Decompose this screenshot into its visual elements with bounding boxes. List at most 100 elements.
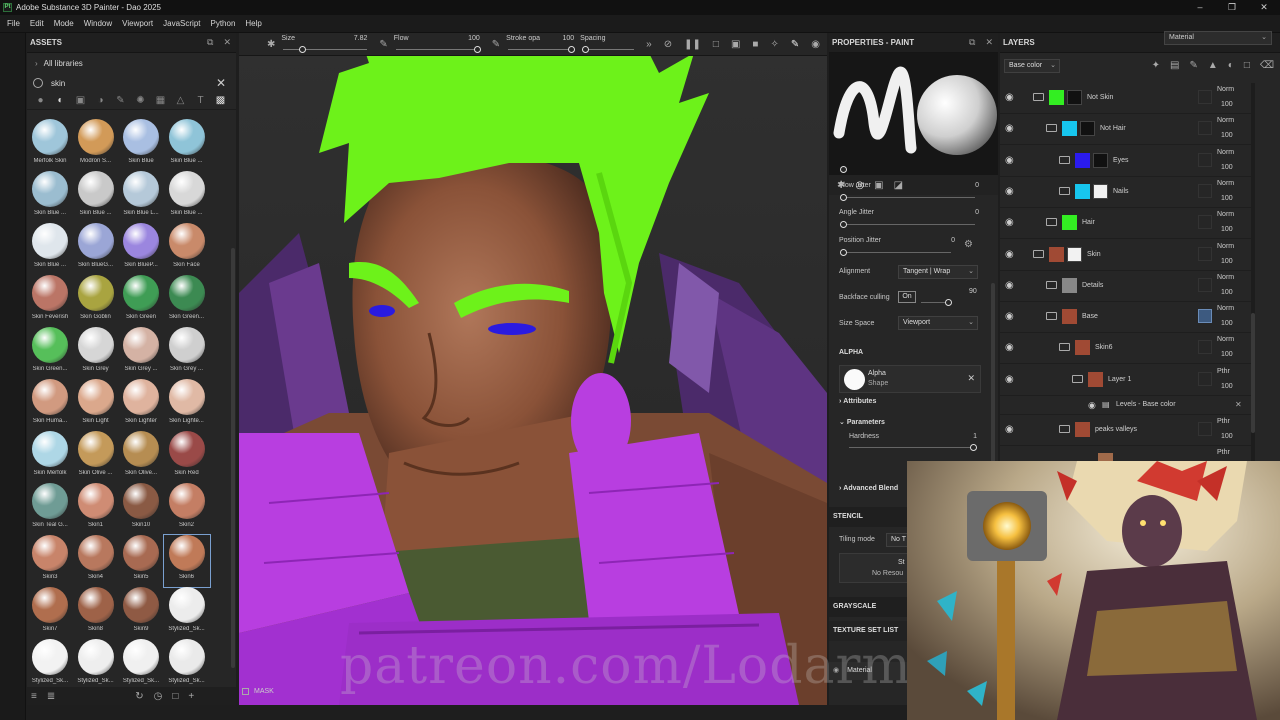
asset-item[interactable]: Skin Teal G... [27, 483, 73, 535]
flow-slider[interactable]: Flow 100 [394, 33, 482, 56]
alignment-dropdown[interactable]: Tangent | Wrap ⌄ [898, 265, 978, 279]
menu-edit[interactable]: Edit [30, 19, 44, 28]
remove-alpha-icon[interactable]: ✕ [967, 373, 975, 384]
layer-opacity[interactable]: 100 [1221, 433, 1233, 440]
menu-viewport[interactable]: Viewport [122, 19, 153, 28]
mask-checkbox[interactable] [242, 687, 249, 695]
sort-icon[interactable]: ≡ [31, 691, 37, 702]
layer-blend-mode[interactable]: Norm [1217, 336, 1234, 343]
visibility-eye-icon[interactable]: ◉ [1005, 92, 1014, 103]
brush-filter-icon[interactable]: ✎ [114, 95, 127, 106]
layer-blend-mode[interactable]: Norm [1217, 149, 1234, 156]
flow-slider-knob[interactable] [473, 45, 481, 53]
screenshot-icon[interactable]: ◉ [811, 39, 820, 50]
size-slider[interactable]: Size 7.82 [281, 33, 369, 56]
asset-item[interactable]: Skin Green... [164, 275, 210, 327]
asset-item[interactable]: Skin Feverish [27, 275, 73, 327]
clear-search-icon[interactable]: ✕ [216, 76, 226, 90]
history-icon[interactable]: ◷ [154, 691, 163, 702]
layer-opacity[interactable]: 100 [1221, 195, 1233, 202]
visibility-eye-icon[interactable]: ◉ [1005, 311, 1014, 322]
environment-filter-icon[interactable]: △ [174, 95, 187, 106]
spacing-slider[interactable]: Spacing [580, 33, 636, 56]
layer-blend-mode[interactable]: Norm [1217, 243, 1234, 250]
layer-blend-mode[interactable]: Norm [1217, 305, 1234, 312]
add-fill-layer-icon[interactable]: ▲ [1208, 60, 1218, 71]
layer-channel-slot[interactable] [1198, 90, 1212, 104]
layer-channel-slot[interactable] [1198, 183, 1212, 198]
position-jitter-settings-icon[interactable]: ⚙ [964, 239, 973, 250]
add-paint-layer-icon[interactable]: ✎ [1189, 60, 1197, 71]
visibility-eye-icon[interactable]: ◉ [1005, 374, 1014, 385]
visibility-eye-icon[interactable]: ◉ [1005, 217, 1014, 228]
size-slider-knob[interactable] [298, 45, 306, 53]
pen-pressure-icon[interactable]: ✎ [379, 39, 387, 50]
add-folder-icon[interactable]: □ [1244, 60, 1250, 71]
menu-mode[interactable]: Mode [54, 19, 74, 28]
asset-item[interactable]: Skin8 [73, 587, 119, 639]
menu-python[interactable]: Python [211, 19, 236, 28]
backface-culling-toggle[interactable]: On [898, 291, 916, 303]
search-input[interactable] [51, 78, 211, 88]
layer-channel-slot[interactable] [1198, 152, 1212, 167]
layer-row[interactable]: ◉ Details Norm 100 [1000, 271, 1252, 302]
close-window-icon[interactable]: ✕ [1248, 0, 1280, 15]
stencil-button[interactable]: St [898, 559, 905, 566]
asset-item[interactable]: Skin Goblin [73, 275, 119, 327]
layer-channel-slot[interactable] [1198, 277, 1212, 292]
stroke-opacity-slider[interactable]: Stroke opa 100 [506, 33, 576, 56]
asset-item[interactable]: Skin BlueP... [118, 223, 164, 275]
menu-window[interactable]: Window [84, 19, 112, 28]
add-icon[interactable]: + [188, 691, 194, 702]
layer-opacity[interactable]: 100 [1221, 320, 1233, 327]
asset-item[interactable]: Skin2 [164, 483, 210, 535]
visibility-eye-icon[interactable]: ◉ [1005, 342, 1014, 353]
asset-item[interactable]: Skin Grey ... [164, 327, 210, 379]
close-panel-icon[interactable]: ✕ [223, 37, 231, 48]
asset-item[interactable]: Skin Face [164, 223, 210, 275]
delete-layer-icon[interactable]: ⌫ [1260, 60, 1274, 71]
layer-blend-mode[interactable]: Norm [1217, 86, 1234, 93]
layer-row[interactable]: ◉ Eyes Norm 100 [1000, 146, 1252, 177]
remove-effect-icon[interactable]: ✕ [1235, 400, 1242, 409]
layer-mask-thumbnail[interactable] [1067, 90, 1082, 105]
asset-item[interactable]: Skin Blue ... [27, 171, 73, 223]
asset-item[interactable]: Skin6 [162, 534, 211, 588]
pause-icon[interactable]: ❚❚ [684, 39, 701, 50]
asset-item[interactable]: Skin Huma... [27, 379, 73, 431]
asset-item[interactable]: Skin3 [27, 535, 73, 587]
layer-row[interactable]: ◉ Base Norm 100 [1000, 302, 1252, 334]
undock-properties-icon[interactable]: ⧉ [969, 37, 975, 48]
layer-blend-mode[interactable]: Norm [1217, 211, 1234, 218]
layer-row[interactable]: ◉ peaks valleys Pthr 100 [1000, 415, 1252, 446]
asset-item[interactable]: Skin Red [164, 431, 210, 483]
layer-blend-mode[interactable]: Pthr [1217, 449, 1230, 456]
selection-icon[interactable]: □ [713, 39, 719, 50]
visibility-eye-icon[interactable]: ◉ [1005, 280, 1014, 291]
asset-item[interactable]: Skin Green... [27, 327, 73, 379]
asset-item[interactable]: Skin Blue ... [164, 171, 210, 223]
visibility-eye-icon[interactable]: ◉ [1005, 424, 1014, 435]
layer-opacity[interactable]: 100 [1221, 132, 1233, 139]
layer-effect-row[interactable]: ◉ ▤ Levels - Base color ✕ [1000, 396, 1252, 415]
asset-item[interactable]: Skin Grey ... [118, 327, 164, 379]
layer-row[interactable]: ◉ Layer 1 Pthr 100 [1000, 365, 1252, 396]
layer-row[interactable]: ◉ Hair Norm 100 [1000, 208, 1252, 240]
particle-filter-icon[interactable]: ✺ [134, 95, 147, 106]
asset-item[interactable]: Skin BlueG... [73, 223, 119, 275]
layer-blend-mode[interactable]: Norm [1217, 117, 1234, 124]
asset-item[interactable]: Skin1 [73, 483, 119, 535]
layer-channel-slot[interactable] [1198, 246, 1212, 261]
layer-row[interactable]: ◉ Not Skin Norm 100 [1000, 83, 1252, 114]
add-effect-icon[interactable]: ▤ [1170, 60, 1179, 71]
asset-item[interactable]: Skin5 [118, 535, 164, 587]
asset-item[interactable]: Skin Blue L... [118, 171, 164, 223]
top-slider-knob[interactable] [840, 166, 847, 173]
menu-help[interactable]: Help [245, 19, 261, 28]
expand-toolbar-icon[interactable]: » [646, 39, 652, 50]
spacing-slider-knob[interactable] [582, 45, 590, 53]
close-properties-icon[interactable]: ✕ [985, 37, 993, 48]
layer-channel-slot[interactable] [1198, 422, 1212, 436]
size-space-dropdown[interactable]: Viewport ⌄ [898, 316, 978, 330]
alpha-slot[interactable]: Alpha Shape ✕ [839, 365, 981, 393]
